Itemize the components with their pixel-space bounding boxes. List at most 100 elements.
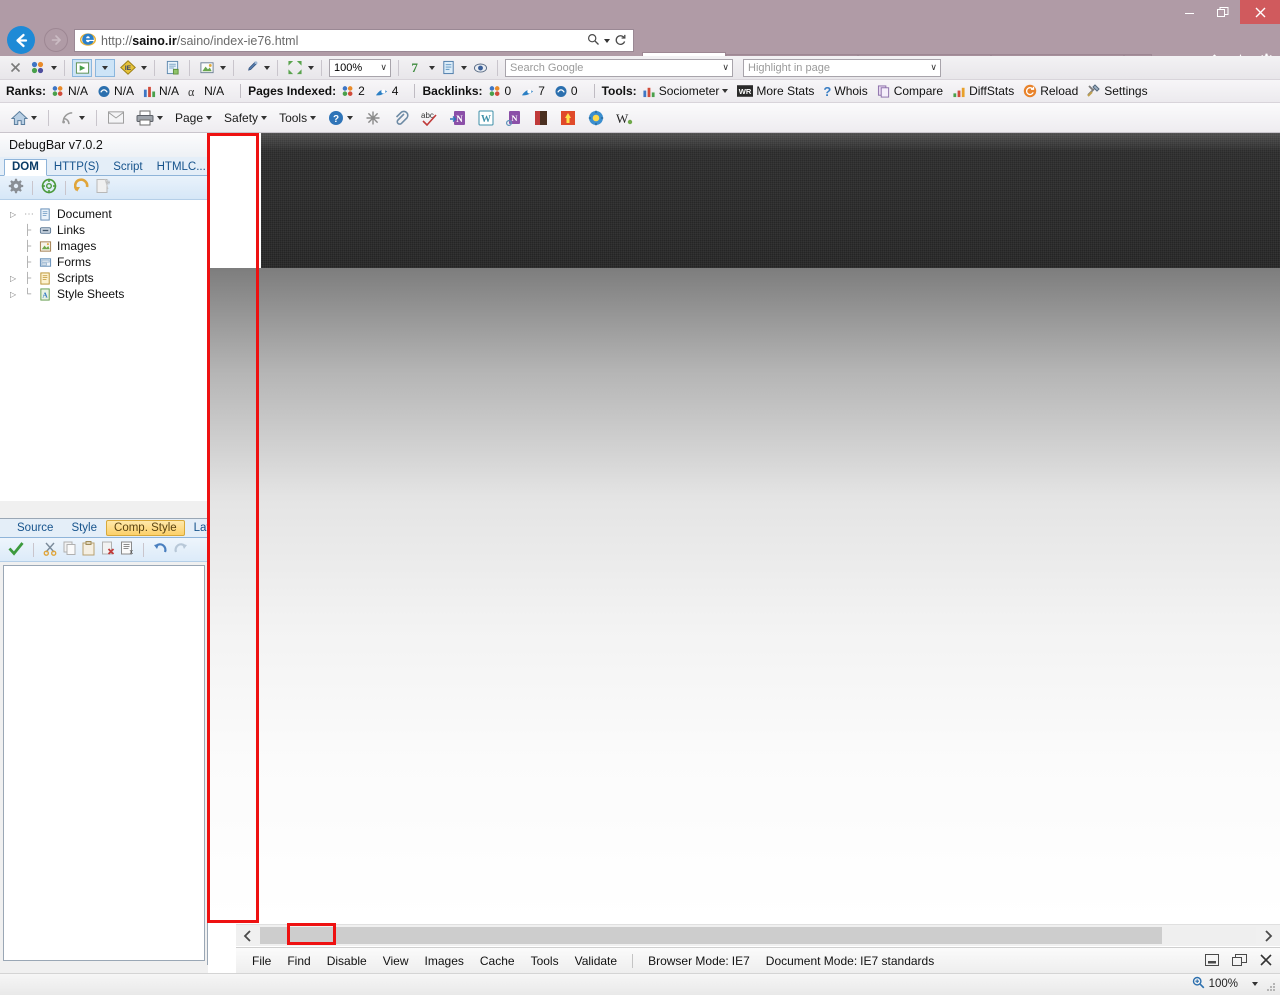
read-mail-button[interactable]	[103, 109, 129, 126]
paste-icon[interactable]	[82, 540, 96, 559]
print-caret-icon[interactable]	[157, 115, 163, 120]
spellcheck-icon[interactable]: abc	[416, 108, 443, 128]
document-mode-value[interactable]: IE7 standards	[860, 954, 942, 968]
debugbar-tab-comp-style[interactable]: Comp. Style	[106, 520, 185, 536]
page-report-icon[interactable]	[162, 59, 182, 77]
tree-node-images[interactable]: ├ Images	[10, 238, 207, 254]
tool-reload[interactable]: Reload	[1023, 84, 1078, 98]
forward-button[interactable]	[44, 28, 68, 52]
book-icon[interactable]	[529, 108, 553, 128]
close-toolbar-icon[interactable]	[5, 59, 25, 77]
zoom-control[interactable]: 100%	[1192, 976, 1258, 992]
backlinks-bing[interactable]: 7	[520, 84, 545, 98]
page-menu[interactable]: Page	[170, 109, 217, 127]
expand-arrow-icon[interactable]: ▷	[10, 290, 20, 299]
devtools-minimize-icon[interactable]	[1205, 953, 1219, 969]
search-google-input[interactable]: Search Google ∨	[505, 58, 733, 77]
minimize-button[interactable]	[1172, 0, 1206, 24]
tree-node-scripts[interactable]: ▷ ├ Scripts	[10, 270, 207, 286]
search-icon[interactable]	[587, 33, 600, 49]
rank-compete[interactable]: N/A	[143, 84, 179, 98]
doc-blue-caret-icon[interactable]	[461, 65, 467, 70]
browser-mode-value[interactable]: IE7	[732, 954, 758, 968]
tools-caret-icon[interactable]	[310, 115, 317, 120]
tree-node-document[interactable]: ▷ ⋯ Document	[10, 206, 207, 222]
people-icon[interactable]	[28, 59, 48, 77]
inspect-target-icon[interactable]	[41, 178, 57, 197]
rank-alexa[interactable]: N/A	[97, 84, 134, 98]
pages-indexed-bing[interactable]: 4	[374, 84, 398, 98]
safety-caret-icon[interactable]	[261, 115, 268, 120]
wikipedia-icon[interactable]: W	[611, 108, 638, 128]
devtools-menu-file[interactable]: File	[244, 954, 279, 968]
debugbar-tab-htmlc[interactable]: HTMLC...	[150, 160, 213, 175]
copy-icon[interactable]	[63, 541, 77, 559]
debugbar-tab-style[interactable]: Style	[62, 522, 106, 534]
debugbar-tab-source[interactable]: Source	[8, 522, 62, 534]
attachment-icon[interactable]	[388, 108, 414, 128]
help-caret-icon[interactable]	[347, 115, 354, 120]
tool-diffstats[interactable]: DiffStats	[952, 84, 1014, 98]
capture-caret-icon[interactable]	[220, 65, 226, 70]
devtools-menu-images[interactable]: Images	[417, 954, 472, 968]
debugbar-tab-https[interactable]: HTTP(S)	[47, 160, 106, 175]
devtools-menu-disable[interactable]: Disable	[319, 954, 375, 968]
back-button[interactable]	[7, 26, 35, 54]
tool-more-stats[interactable]: WR More Stats	[737, 84, 814, 98]
color-picker-icon[interactable]	[241, 59, 261, 77]
highlighter-icon[interactable]	[555, 108, 581, 128]
edit-document-icon[interactable]: x	[120, 541, 134, 559]
pages-indexed-google[interactable]: 2	[341, 84, 365, 98]
onenote-notes-icon[interactable]: N	[501, 108, 527, 128]
home-button[interactable]	[6, 108, 42, 128]
resize-caret-icon[interactable]	[308, 65, 314, 70]
safety-menu[interactable]: Safety	[219, 109, 272, 127]
sparkle-icon[interactable]	[360, 108, 386, 128]
refresh-dom-icon[interactable]	[73, 178, 91, 197]
scrollbar-track[interactable]	[260, 927, 1256, 944]
capture-image-icon[interactable]	[197, 59, 217, 77]
resize-icon[interactable]	[285, 59, 305, 77]
scroll-right-icon[interactable]	[1256, 925, 1280, 947]
debugbar-tab-script[interactable]: Script	[106, 160, 149, 175]
feeds-caret-icon[interactable]	[79, 115, 85, 120]
devtools-menu-find[interactable]: Find	[279, 954, 318, 968]
tools-menu[interactable]: Tools	[274, 109, 321, 127]
search-dropdown-caret-icon[interactable]	[604, 38, 610, 43]
close-button[interactable]	[1240, 0, 1280, 24]
seven-caret-icon[interactable]	[429, 65, 435, 70]
tool-compare[interactable]: Compare	[877, 84, 943, 98]
run-script-icon[interactable]	[72, 58, 92, 77]
address-bar[interactable]: http://saino.ir/saino/index-ie76.html	[74, 29, 634, 52]
zoom-select[interactable]: 100% ∨	[329, 58, 391, 77]
redo-icon[interactable]	[173, 541, 188, 558]
scroll-left-icon[interactable]	[236, 925, 260, 947]
zoom-caret-icon[interactable]	[1252, 982, 1258, 986]
color-picker-caret-icon[interactable]	[264, 65, 270, 70]
devtools-menu-view[interactable]: View	[375, 954, 417, 968]
help-button[interactable]: ?	[323, 108, 358, 128]
rank-google[interactable]: N/A	[51, 84, 88, 98]
expand-arrow-icon[interactable]: ▷	[10, 274, 20, 283]
feeds-button[interactable]	[55, 108, 90, 127]
doc-blue-icon[interactable]	[438, 59, 458, 77]
horizontal-scrollbar[interactable]	[236, 924, 1280, 946]
devtools-menu-tools[interactable]: Tools	[523, 954, 567, 968]
delete-document-icon[interactable]	[101, 541, 115, 559]
eye-icon[interactable]	[470, 59, 490, 77]
people-dropdown-caret-icon[interactable]	[51, 65, 57, 70]
new-document-icon[interactable]: ✳	[95, 178, 112, 197]
devtools-menu-validate[interactable]: Validate	[567, 954, 625, 968]
tool-whois[interactable]: ? Whois	[823, 84, 867, 99]
blue-gear-icon[interactable]	[583, 108, 609, 128]
tree-node-style-sheets[interactable]: ▷ └ A Style Sheets	[10, 286, 207, 302]
tree-node-forms[interactable]: ├ Forms	[10, 254, 207, 270]
refresh-icon[interactable]	[614, 33, 627, 49]
onenote-send-icon[interactable]: N	[445, 108, 471, 128]
settings-gear-icon[interactable]	[8, 178, 24, 197]
highlight-in-page-input[interactable]: Highlight in page ∨	[743, 58, 941, 77]
scrollbar-thumb[interactable]	[260, 927, 1162, 944]
print-button[interactable]	[131, 108, 168, 128]
seven-icon[interactable]: 7	[406, 59, 426, 77]
page-caret-icon[interactable]	[206, 115, 213, 120]
